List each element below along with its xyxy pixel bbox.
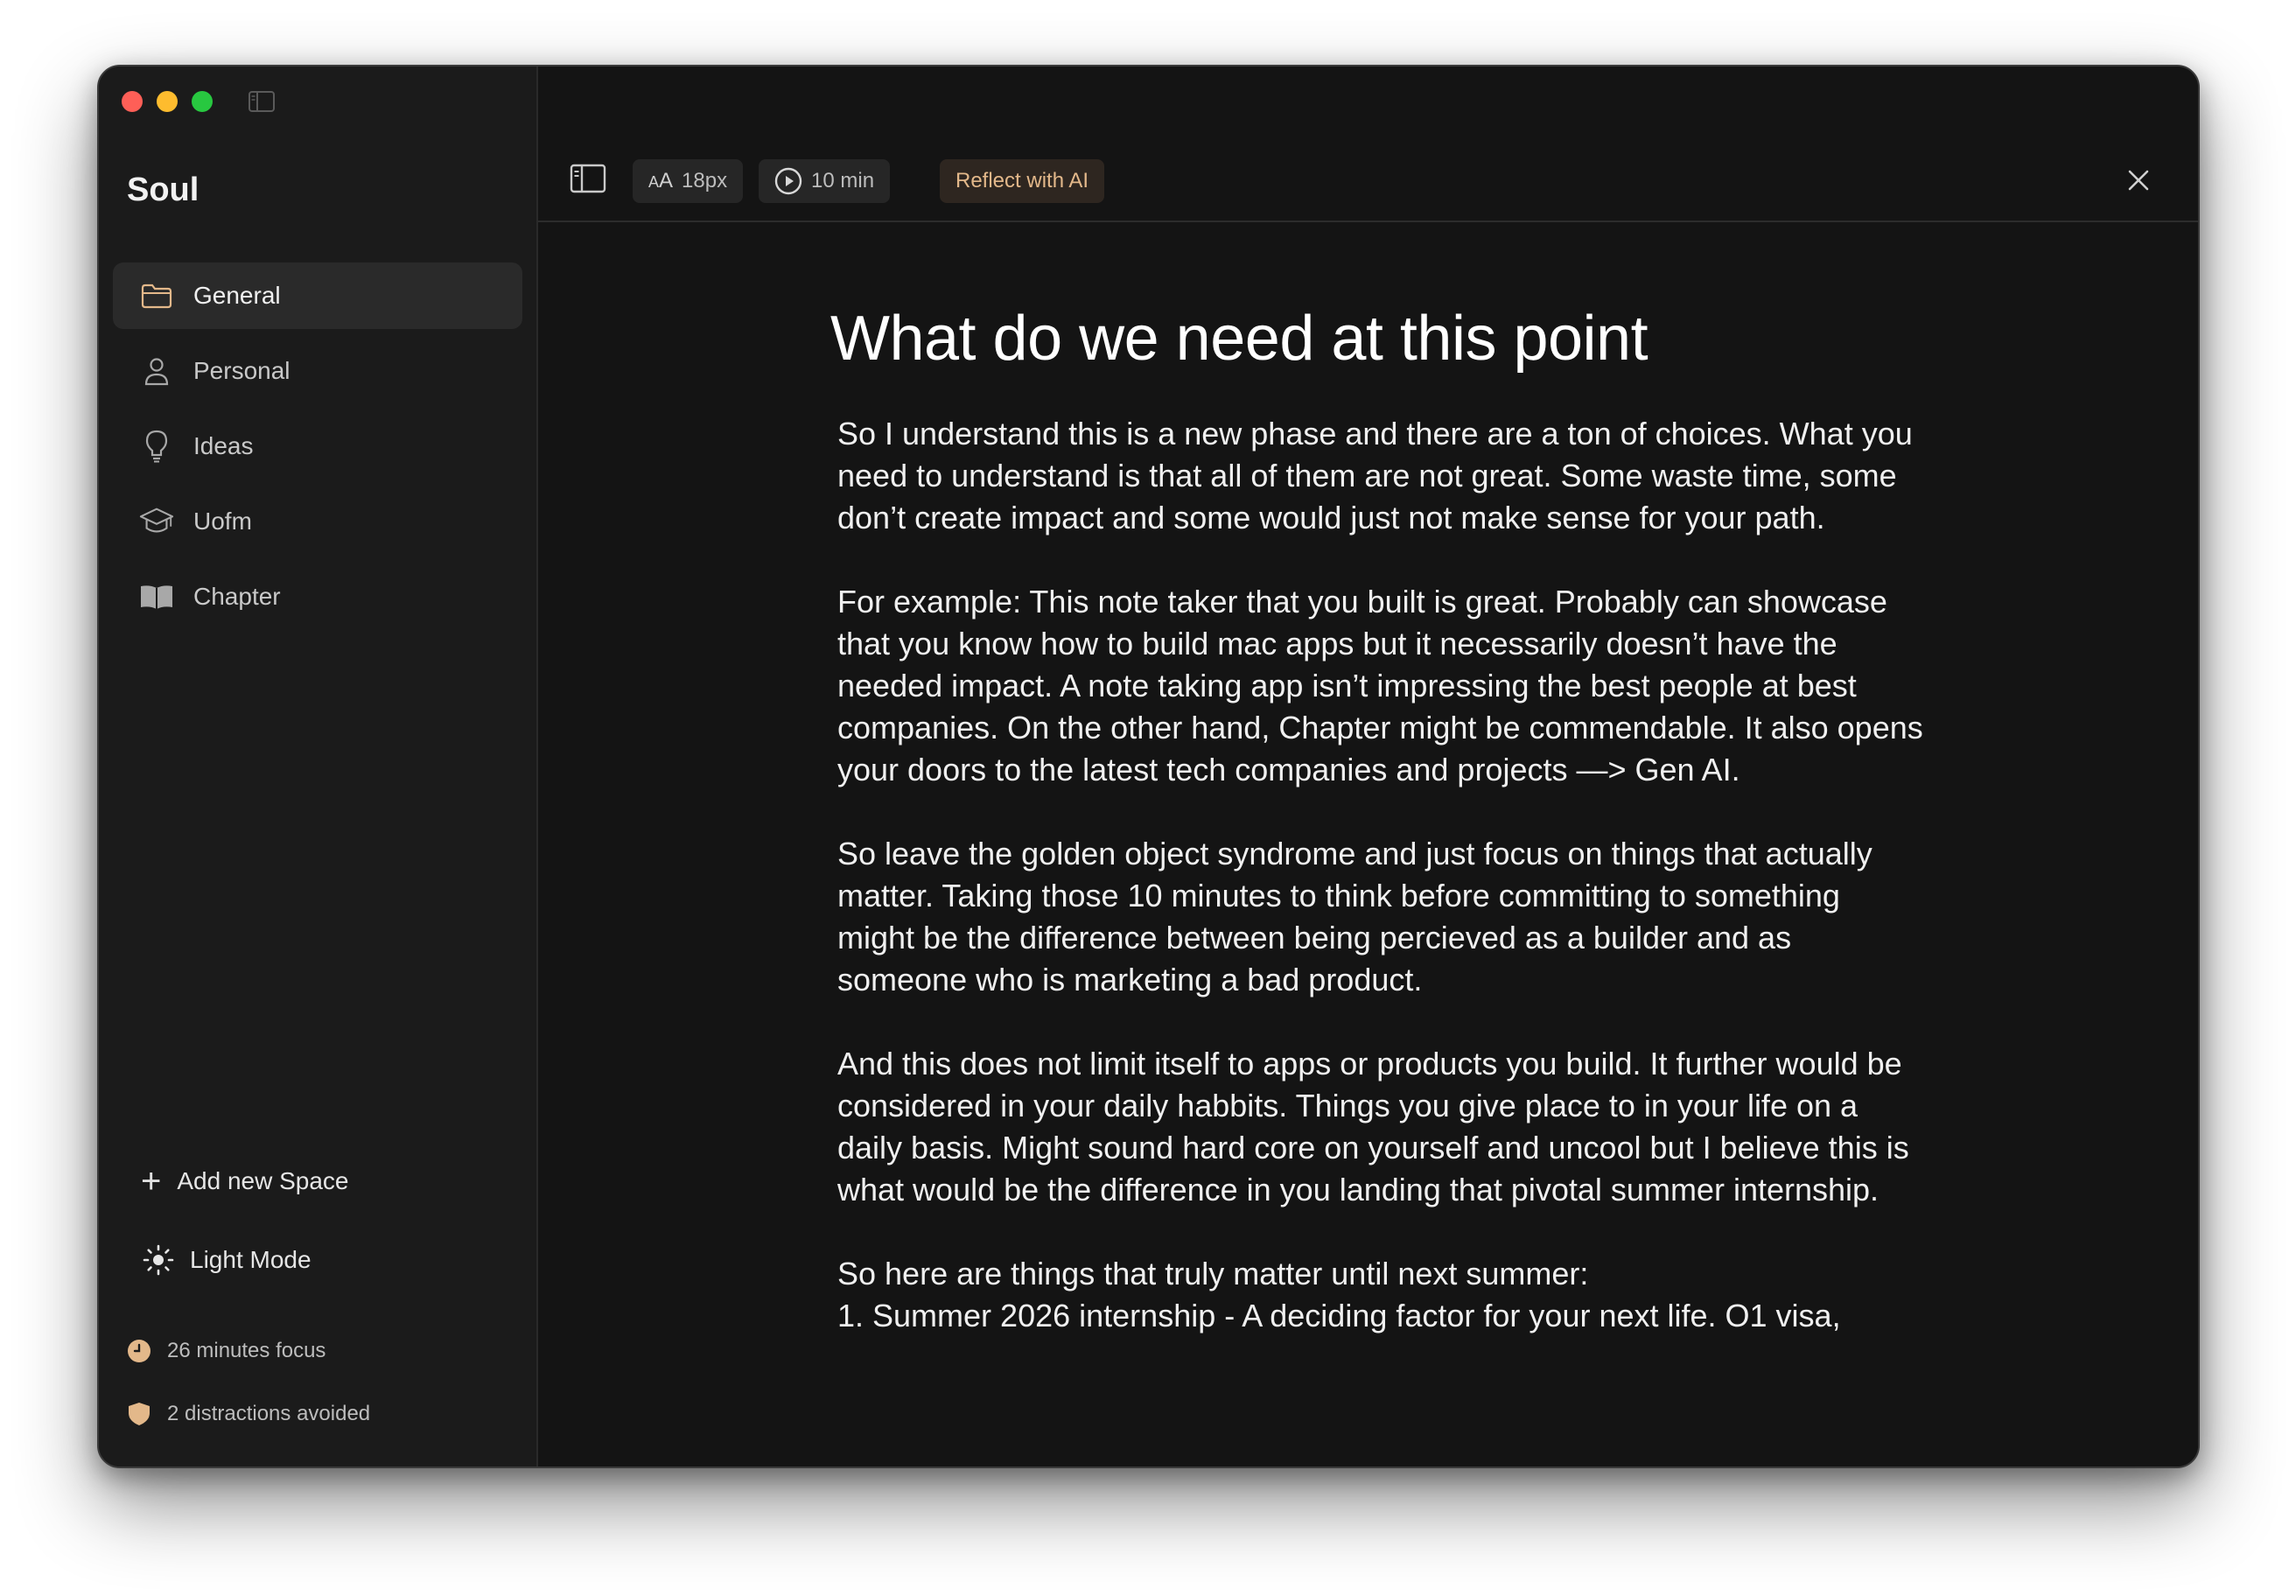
note-paragraph: So I understand this is a new phase and … <box>837 416 1913 536</box>
light-mode-label: Light Mode <box>190 1246 312 1273</box>
sun-icon <box>143 1244 174 1276</box>
note-body[interactable]: So I understand this is a new phase and … <box>830 413 1924 1337</box>
sidebar-toggle-icon[interactable] <box>248 89 276 114</box>
editor-toolbar: AA 18px 10 min Reflect with AI <box>538 159 2198 222</box>
editor-pane: AA 18px 10 min Reflect with AI What do w… <box>538 66 2198 1466</box>
play-circle-icon <box>774 167 802 195</box>
sidebar-item-uofm[interactable]: Uofm <box>113 488 522 555</box>
focus-stat: 26 minutes focus <box>122 1339 524 1363</box>
zoom-window-button[interactable] <box>192 91 213 112</box>
add-space-label: Add new Space <box>177 1167 349 1194</box>
note-list-item: 1. Summer 2026 internship - A deciding f… <box>837 1298 1841 1334</box>
sidebar-item-general[interactable]: General <box>113 262 522 329</box>
note-paragraph: And this does not limit itself to apps o… <box>837 1046 1909 1208</box>
add-space-button[interactable]: + Add new Space <box>122 1164 524 1199</box>
plus-icon: + <box>141 1162 162 1200</box>
person-icon <box>139 354 174 388</box>
sidebar-item-label: Personal <box>193 357 290 384</box>
sidebar-item-label: Uofm <box>193 508 252 535</box>
distractions-stat-text: 2 distractions avoided <box>167 1402 371 1425</box>
sidebar-item-label: Ideas <box>193 432 254 459</box>
distractions-stat: 2 distractions avoided <box>122 1402 524 1426</box>
sidebar-item-label: General <box>193 282 281 309</box>
note-paragraph: So leave the golden object syndrome and … <box>837 836 1872 998</box>
book-icon <box>139 579 174 614</box>
font-size-icon: AA <box>648 169 674 192</box>
spaces-nav: General Personal Ideas Uofm Chapter <box>113 262 522 639</box>
sidebar-item-chapter[interactable]: Chapter <box>113 564 522 630</box>
note-paragraph: For example: This note taker that you bu… <box>837 584 1923 788</box>
note-document[interactable]: What do we need at this point So I under… <box>830 303 1924 1337</box>
minimize-window-button[interactable] <box>157 91 178 112</box>
graduation-cap-icon <box>139 504 174 539</box>
close-icon[interactable] <box>2126 168 2151 192</box>
sidebar-item-ideas[interactable]: Ideas <box>113 413 522 480</box>
reflect-with-ai-button[interactable]: Reflect with AI <box>940 159 1105 203</box>
close-window-button[interactable] <box>122 91 143 112</box>
note-paragraph: So here are things that truly matter unt… <box>837 1256 1589 1292</box>
sidebar-panel-toggle-icon[interactable] <box>570 163 606 194</box>
window-controls <box>122 91 213 112</box>
font-size-button[interactable]: AA 18px <box>633 159 744 203</box>
sidebar-item-personal[interactable]: Personal <box>113 338 522 404</box>
clock-icon <box>128 1340 150 1362</box>
shield-icon <box>129 1403 150 1425</box>
focus-timer-button[interactable]: 10 min <box>759 159 891 203</box>
app-title: Soul <box>127 172 200 208</box>
timer-value: 10 min <box>811 169 875 192</box>
lightbulb-icon <box>139 429 174 464</box>
folder-icon <box>139 278 174 313</box>
focus-stat-text: 26 minutes focus <box>167 1339 326 1362</box>
font-size-value: 18px <box>682 169 728 192</box>
sidebar-item-label: Chapter <box>193 583 281 610</box>
light-mode-toggle[interactable]: Light Mode <box>122 1242 524 1278</box>
note-title[interactable]: What do we need at this point <box>830 303 1924 374</box>
sidebar: Soul General Personal Ideas Uofm Chapter… <box>99 66 538 1466</box>
app-window: Soul General Personal Ideas Uofm Chapter… <box>97 65 2200 1468</box>
